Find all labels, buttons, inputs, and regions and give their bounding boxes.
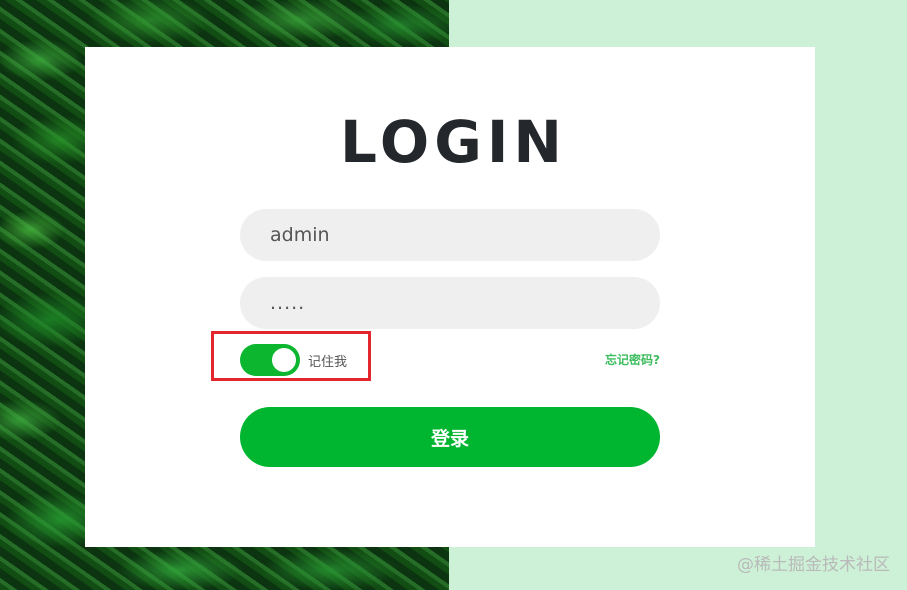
login-title: LOGIN (340, 108, 567, 176)
password-input[interactable] (240, 277, 660, 329)
watermark-text: @稀土掘金技术社区 (737, 555, 890, 575)
forgot-password-link[interactable]: 忘记密码? (540, 351, 660, 368)
username-input[interactable] (240, 209, 660, 261)
highlight-annotation-box (211, 331, 371, 381)
login-button[interactable]: 登录 (240, 407, 660, 467)
